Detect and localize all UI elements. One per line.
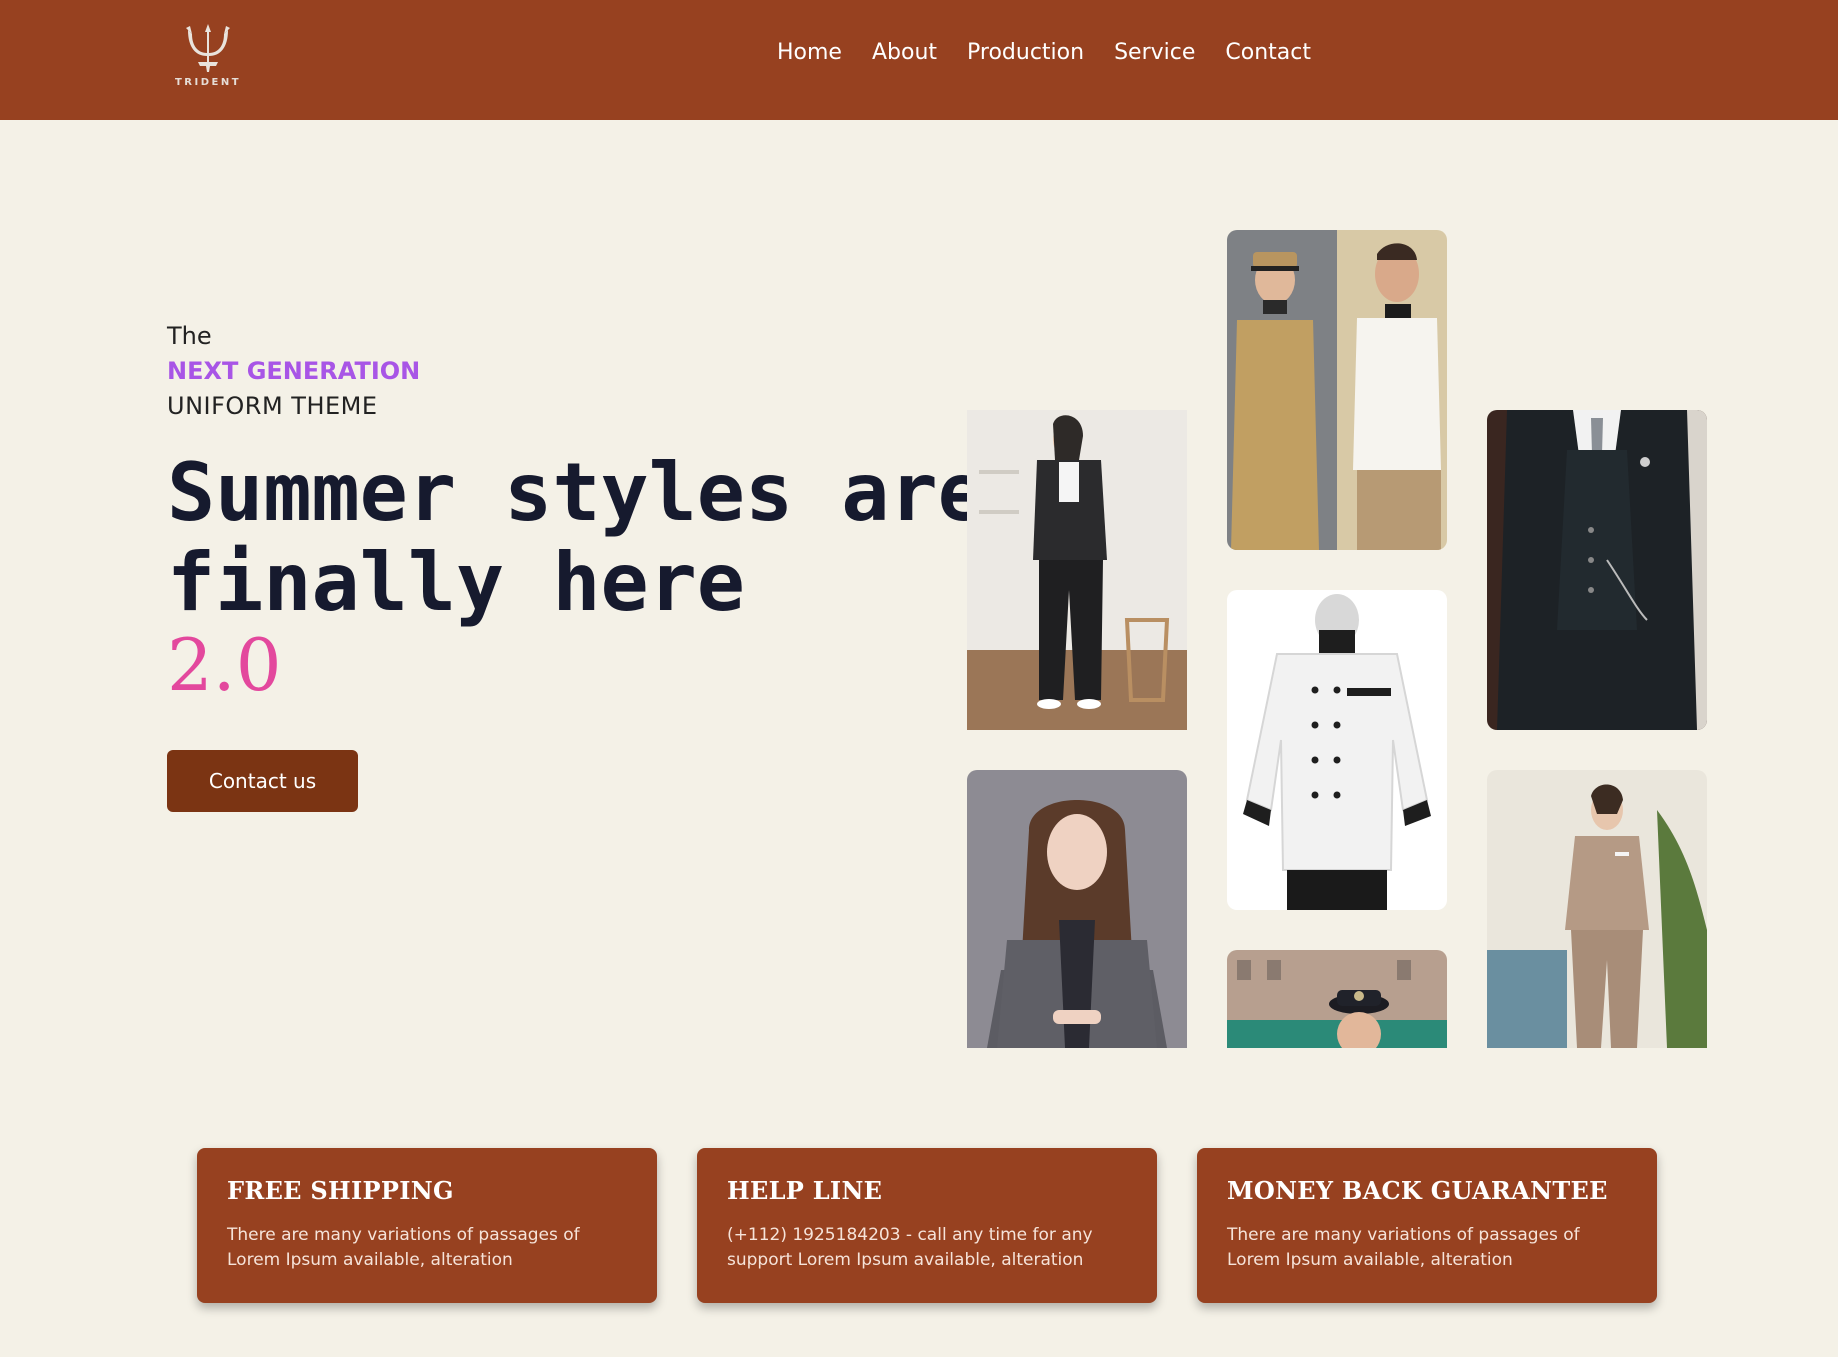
- site-header: TRIDENT Home About Production Service Co…: [0, 0, 1838, 120]
- hero-headline: Summer styles are finally here: [167, 446, 986, 629]
- hero-version: 2.0: [167, 623, 282, 707]
- nav-production-link[interactable]: Production: [967, 40, 1084, 65]
- gallery-image-chef-jacket[interactable]: [1227, 590, 1447, 910]
- nav-about-link[interactable]: About: [872, 40, 937, 65]
- hero-eyebrow-the: The: [167, 322, 212, 350]
- brand-logo[interactable]: TRIDENT: [172, 22, 244, 96]
- feature-card-free-shipping: FREE SHIPPING There are many variations …: [197, 1148, 657, 1303]
- nav-home-link[interactable]: Home: [777, 40, 842, 65]
- gallery-image-woman-blazer[interactable]: [967, 770, 1187, 1048]
- feature-card-help-line: HELP LINE (+112) 1925184203 - call any t…: [697, 1148, 1157, 1303]
- feature-card-text: There are many variations of passages of…: [227, 1225, 580, 1270]
- nav-service-link[interactable]: Service: [1114, 40, 1195, 65]
- gallery-image-bellhop-chef[interactable]: [1227, 230, 1447, 550]
- trident-icon: [186, 24, 230, 72]
- feature-card-money-back: MONEY BACK GUARANTEE There are many vari…: [1197, 1148, 1657, 1303]
- feature-card-title: MONEY BACK GUARANTEE: [1227, 1176, 1608, 1205]
- feature-card-title: HELP LINE: [727, 1176, 883, 1205]
- hero-eyebrow-next-generation: NEXT GENERATION: [167, 357, 421, 385]
- gallery-image-man-suit[interactable]: [1487, 410, 1707, 730]
- gallery-image-woman-pantsuit[interactable]: [967, 410, 1187, 730]
- feature-card-title: FREE SHIPPING: [227, 1176, 454, 1205]
- hero-eyebrow-uniform-theme: UNIFORM THEME: [167, 392, 378, 420]
- brand-name: TRIDENT: [174, 77, 242, 88]
- gallery-image-beige-uniform[interactable]: [1487, 770, 1707, 1048]
- feature-card-text: There are many variations of passages of…: [1227, 1225, 1580, 1270]
- nav-contact-link[interactable]: Contact: [1225, 40, 1311, 65]
- contact-us-button[interactable]: Contact us: [167, 750, 358, 812]
- feature-card-text: (+112) 1925184203 - call any time for an…: [727, 1225, 1093, 1270]
- main-nav: Home About Production Service Contact: [777, 36, 1311, 68]
- gallery-image-police-officer[interactable]: [1227, 950, 1447, 1048]
